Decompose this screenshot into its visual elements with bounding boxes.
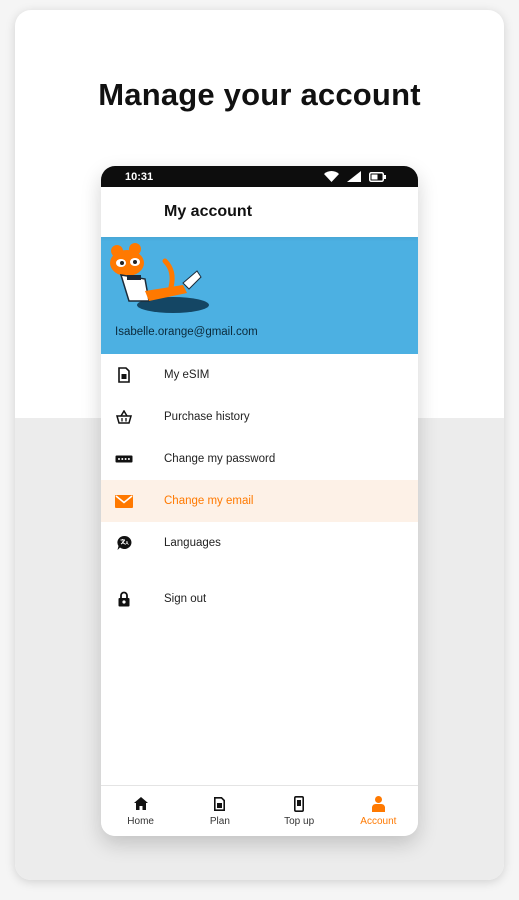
app-bar: My account [101,187,418,237]
menu-item-label: Sign out [164,593,207,605]
person-icon [370,795,386,812]
tab-label: Account [360,815,397,827]
promo-headline: Manage your account [98,77,421,112]
tab-label: Plan [209,815,230,827]
language-bubble-icon: A [115,534,133,552]
tab-plan[interactable]: Plan [180,786,259,836]
sim-icon [212,796,228,812]
profile-illustration [110,243,209,313]
bottom-tab-bar: Home Plan Top up Account [101,785,418,836]
phone-frame: 10:31 My account Isabelle.orange@gmail.c… [101,166,418,836]
menu-item-label: My eSIM [164,369,210,381]
menu-item-label: Languages [164,537,221,549]
menu-item-sign-out[interactable]: Sign out [101,578,418,620]
wifi-icon [324,171,339,182]
menu-item-label: Purchase history [164,411,250,423]
profile-header: Isabelle.orange@gmail.com [101,237,418,354]
tab-home[interactable]: Home [101,786,180,836]
menu-item-label: Change my email [164,495,254,507]
battery-icon [369,171,386,182]
tab-label: Top up [284,815,315,827]
status-time: 10:31 [125,170,154,183]
sim-icon [115,366,133,384]
phone-icon [291,795,307,812]
status-icons [324,171,386,182]
tab-account[interactable]: Account [339,786,418,836]
signal-icon [347,171,361,182]
menu-item-label: Change my password [164,453,276,465]
account-menu: My eSIM Purchase history Change my passw… [101,354,418,620]
profile-email: Isabelle.orange@gmail.com [115,326,258,338]
menu-item-my-esim[interactable]: My eSIM [101,354,418,396]
tab-label: Home [127,815,154,827]
lock-icon [115,590,133,608]
page-title: My account [164,203,253,220]
menu-item-change-password[interactable]: Change my password [101,438,418,480]
status-bar: 10:31 [101,166,418,187]
menu-item-purchase-history[interactable]: Purchase history [101,396,418,438]
menu-item-languages[interactable]: A Languages [101,522,418,564]
menu-item-change-email[interactable]: Change my email [101,480,418,522]
home-icon [133,796,149,812]
envelope-icon [115,492,133,510]
password-icon [115,450,133,468]
basket-icon [115,408,133,426]
tab-top-up[interactable]: Top up [260,786,339,836]
